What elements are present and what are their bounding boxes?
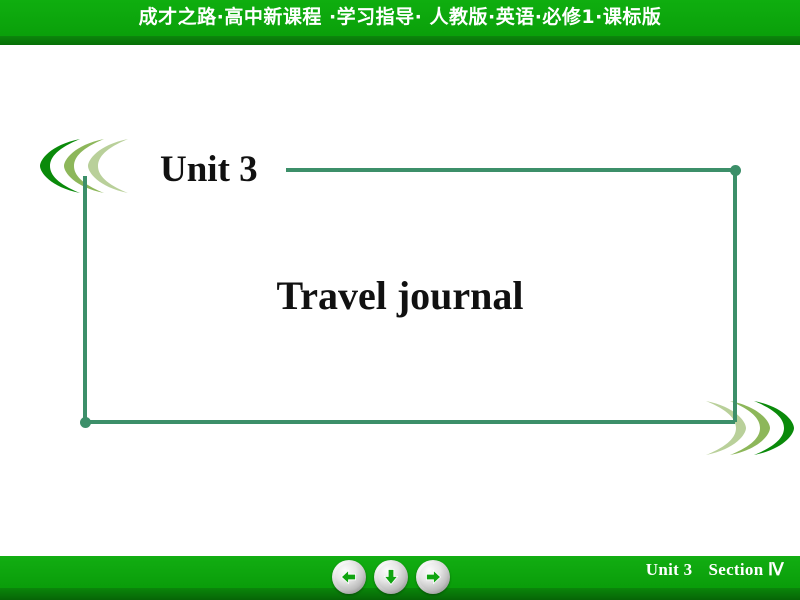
arrow-left-icon bbox=[340, 569, 356, 585]
arrow-down-icon bbox=[383, 569, 399, 586]
frame-dot-top-right bbox=[730, 165, 741, 176]
crescent-light-icon bbox=[88, 139, 128, 193]
crescent-light-icon bbox=[706, 401, 746, 455]
header-accent-band bbox=[0, 36, 800, 45]
page-title: Travel journal bbox=[276, 273, 524, 318]
navigation-buttons bbox=[332, 560, 450, 596]
previous-slide-button[interactable] bbox=[332, 560, 366, 594]
frame-line-bottom bbox=[85, 420, 735, 424]
next-slide-button[interactable] bbox=[416, 560, 450, 594]
frame-line-top bbox=[286, 168, 736, 172]
crescent-decoration-left bbox=[36, 138, 146, 194]
next-step-button[interactable] bbox=[374, 560, 408, 594]
footer-unit-label: Unit 3 bbox=[645, 560, 693, 579]
header-title: 成才之路·高中新课程 ·学习指导· 人教版·英语·必修1·课标版 bbox=[138, 6, 662, 28]
arrow-right-icon bbox=[426, 569, 442, 585]
crescent-decoration-right bbox=[688, 400, 798, 456]
frame-dot-bottom-left bbox=[80, 417, 91, 428]
footer-location-label: Unit 3 Section Ⅳ bbox=[646, 560, 784, 580]
footer-section-label: Section Ⅳ bbox=[708, 560, 784, 579]
unit-heading: Unit 3 bbox=[160, 149, 258, 190]
